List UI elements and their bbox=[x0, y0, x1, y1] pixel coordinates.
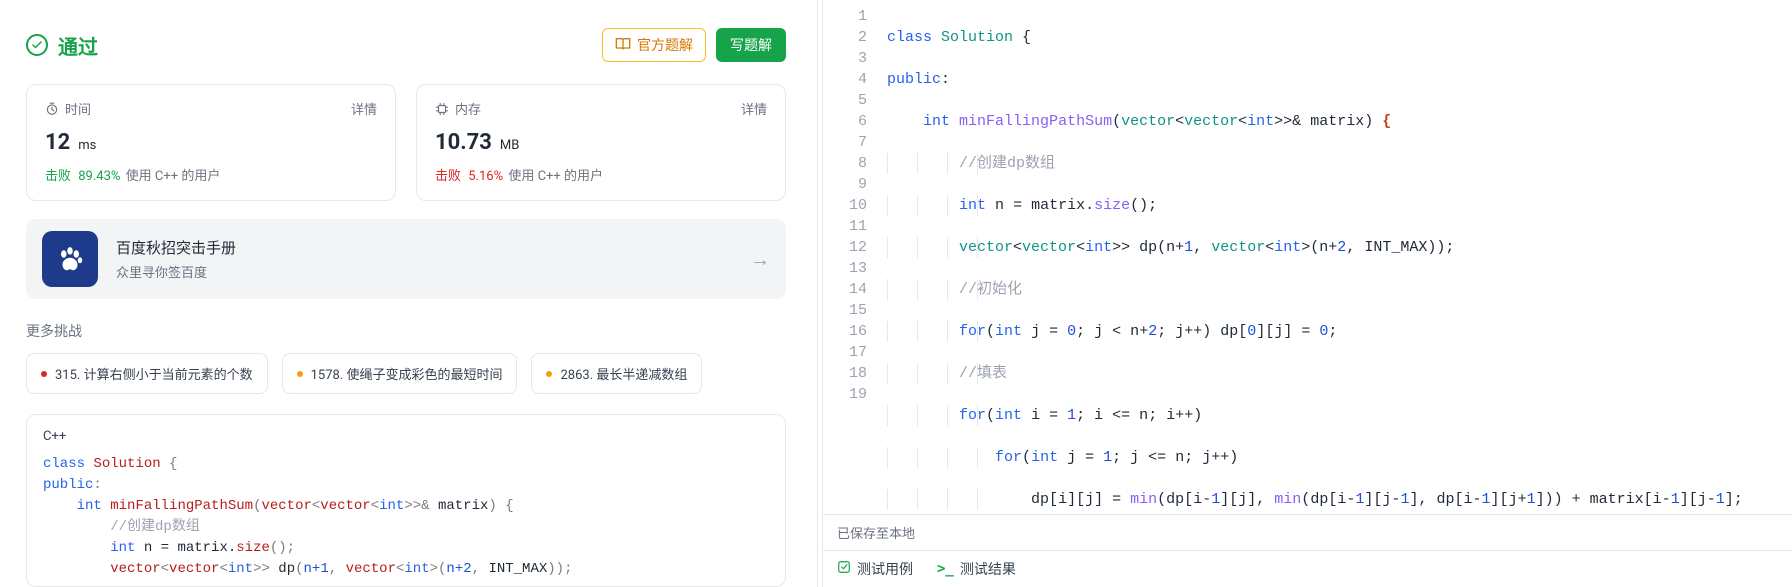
metrics-row: 时间 详情 12 ms 击败 89.43% 使用 C++ 的用户 bbox=[26, 84, 786, 201]
chip-icon bbox=[435, 102, 449, 116]
bottom-tabs: 测试用例 >_ 测试结果 bbox=[823, 550, 1792, 587]
metric-memory-beats-pct: 5.16% bbox=[468, 169, 503, 184]
editor-status-text: 已保存至本地 bbox=[823, 514, 1792, 550]
metric-memory-detail-link[interactable]: 详情 bbox=[741, 99, 767, 118]
difficulty-dot-icon bbox=[297, 371, 303, 377]
metric-memory-card: 内存 详情 10.73 MB 击败 5.16% 使用 C++ 的用户 bbox=[416, 84, 786, 201]
metric-time-value: 12 bbox=[45, 130, 70, 155]
challenge-chip[interactable]: 2863. 最长半递减数组 bbox=[531, 353, 702, 394]
code-language-label: C++ bbox=[43, 429, 769, 444]
book-icon bbox=[615, 37, 631, 54]
more-challenges-title: 更多挑战 bbox=[26, 321, 786, 341]
promo-paw-icon bbox=[42, 231, 98, 287]
metric-time-detail-link[interactable]: 详情 bbox=[351, 99, 377, 118]
official-solution-label: 官方题解 bbox=[637, 35, 693, 55]
tab-test-cases[interactable]: 测试用例 bbox=[837, 559, 913, 579]
write-solution-button[interactable]: 写题解 bbox=[716, 28, 786, 62]
challenge-label: 2863. 最长半递减数组 bbox=[560, 364, 687, 383]
official-solution-button[interactable]: 官方题解 bbox=[602, 28, 706, 62]
status-header: 通过 官方题解 写题解 bbox=[26, 28, 786, 62]
submitted-code: class Solution { public: int minFallingP… bbox=[43, 454, 769, 580]
editor-panel: 12345678910111213141516171819 class Solu… bbox=[822, 0, 1792, 587]
result-panel: 通过 官方题解 写题解 时间 bbox=[0, 0, 812, 587]
metric-time-card: 时间 详情 12 ms 击败 89.43% 使用 C++ 的用户 bbox=[26, 84, 396, 201]
terminal-icon: >_ bbox=[937, 561, 954, 577]
tab-test-results[interactable]: >_ 测试结果 bbox=[937, 559, 1016, 579]
status-title: 通过 bbox=[58, 31, 98, 60]
challenge-label: 1578. 使绳子变成彩色的最短时间 bbox=[311, 364, 503, 383]
metric-time-beats-pct: 89.43% bbox=[78, 169, 120, 184]
tab-test-cases-label: 测试用例 bbox=[857, 559, 913, 579]
promo-card[interactable]: 百度秋招突击手册 众里寻你签百度 → bbox=[26, 219, 786, 299]
arrow-right-icon: → bbox=[750, 247, 770, 272]
code-editor[interactable]: 12345678910111213141516171819 class Solu… bbox=[823, 0, 1792, 514]
metric-memory-beats-prefix: 击败 bbox=[435, 169, 461, 184]
challenge-chip[interactable]: 315. 计算右侧小于当前元素的个数 bbox=[26, 353, 268, 394]
challenges-row: 315. 计算右侧小于当前元素的个数 1578. 使绳子变成彩色的最短时间 28… bbox=[26, 353, 786, 394]
metric-time-title: 时间 bbox=[65, 99, 91, 118]
check-square-icon bbox=[837, 560, 851, 578]
tab-test-results-label: 测试结果 bbox=[960, 559, 1016, 579]
metric-memory-unit: MB bbox=[500, 138, 519, 153]
challenge-chip[interactable]: 1578. 使绳子变成彩色的最短时间 bbox=[282, 353, 518, 394]
metric-memory-title: 内存 bbox=[455, 99, 481, 118]
metric-memory-value: 10.73 bbox=[435, 130, 492, 155]
challenge-label: 315. 计算右侧小于当前元素的个数 bbox=[55, 364, 253, 383]
metric-memory-beats-suffix: 使用 C++ 的用户 bbox=[508, 169, 603, 184]
submitted-code-box: C++ class Solution { public: int minFall… bbox=[26, 414, 786, 587]
editor-code-area[interactable]: class Solution { public: int minFallingP… bbox=[879, 0, 1792, 514]
promo-subtitle: 众里寻你签百度 bbox=[116, 262, 750, 281]
check-circle-icon bbox=[26, 34, 48, 56]
metric-time-beats-suffix: 使用 C++ 的用户 bbox=[126, 169, 221, 184]
difficulty-dot-icon bbox=[41, 371, 47, 377]
panel-divider[interactable] bbox=[812, 0, 822, 587]
metric-time-beats-prefix: 击败 bbox=[45, 169, 71, 184]
editor-gutter: 12345678910111213141516171819 bbox=[823, 0, 879, 514]
promo-title: 百度秋招突击手册 bbox=[116, 237, 750, 258]
clock-icon bbox=[45, 102, 59, 116]
metric-time-unit: ms bbox=[78, 138, 96, 153]
difficulty-dot-icon bbox=[546, 371, 552, 377]
